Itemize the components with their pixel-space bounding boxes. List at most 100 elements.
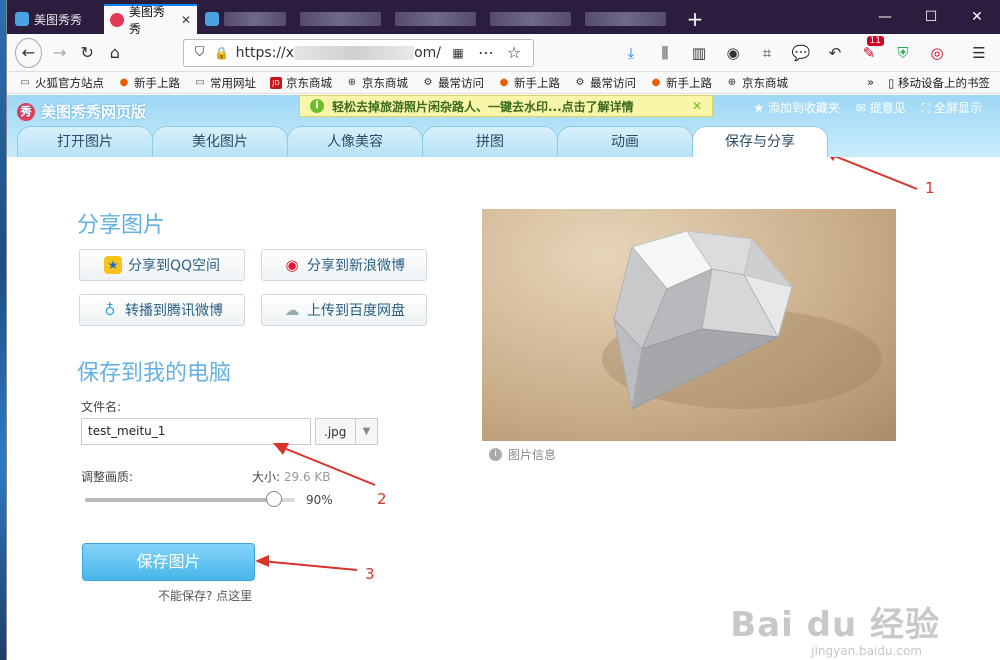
- bookmark-item[interactable]: ● 新手上路: [498, 75, 560, 91]
- close-window-button[interactable]: ✕: [954, 9, 1000, 25]
- weibo-icon: ◉: [285, 256, 299, 274]
- extension-badge-icon[interactable]: ✎ 11: [856, 35, 884, 62]
- browser-tab[interactable]: [579, 4, 672, 34]
- bookmark-item[interactable]: ● 新手上路: [650, 75, 712, 91]
- globe-icon: ⊕: [727, 76, 737, 88]
- bookmark-item[interactable]: ● 新手上路: [118, 75, 180, 91]
- forward-button[interactable]: →: [50, 43, 70, 62]
- download-icon[interactable]: ⤓: [618, 44, 644, 62]
- chevron-down-icon[interactable]: ▼: [355, 419, 377, 444]
- browser-tab[interactable]: [484, 4, 577, 34]
- chat-icon[interactable]: 💬: [788, 44, 814, 62]
- filename-label: 文件名:: [81, 400, 122, 414]
- tab-open-image[interactable]: 打开图片: [17, 126, 153, 157]
- image-info-link[interactable]: i 图片信息: [489, 446, 556, 463]
- add-favorite-link[interactable]: ★ 添加到收藏夹: [753, 99, 840, 116]
- browser-window: 美图秀秀 美图秀秀 ✕ + — ☐ ✕ ← → ↻ ⌂ ⛉ 🔒 https://…: [6, 0, 1000, 660]
- favicon-icon: [205, 12, 219, 26]
- minimize-button[interactable]: —: [862, 9, 908, 25]
- quality-slider-handle[interactable]: [266, 491, 282, 507]
- browser-tab-active[interactable]: 美图秀秀 ✕: [104, 4, 197, 36]
- close-notice-icon[interactable]: ✕: [692, 99, 702, 113]
- share-weibo-button[interactable]: ◉ 分享到新浪微博: [261, 249, 427, 281]
- brand-name: 美图秀秀网页版: [41, 103, 147, 121]
- bookmarks-overflow-button[interactable]: »: [867, 75, 874, 91]
- mobile-bookmarks-label: 移动设备上的书签: [898, 75, 990, 90]
- tab-animation[interactable]: 动画: [557, 126, 693, 157]
- fullscreen-link[interactable]: ⛶ 全屏显示: [922, 99, 982, 116]
- url-bar[interactable]: ⛉ 🔒 https://x om/ ▦ ⋯ ☆: [182, 38, 534, 67]
- bookmark-item[interactable]: ⊕ 京东商城: [346, 75, 408, 91]
- image-info-label: 图片信息: [508, 448, 557, 462]
- shield-icon[interactable]: ⛉: [192, 45, 208, 60]
- mobile-bookmarks[interactable]: ▯ 移动设备上的书签: [888, 75, 990, 91]
- share-tencent-button[interactable]: ♁ 转播到腾讯微博: [79, 294, 245, 326]
- blurred-tab-title: [490, 12, 571, 26]
- quality-percent: 90%: [306, 493, 333, 507]
- tab-title: 美图秀秀: [34, 12, 83, 27]
- screenshot-icon[interactable]: ⌗: [754, 44, 780, 62]
- browser-tab[interactable]: 美图秀秀: [9, 4, 102, 34]
- extension-value: .jpg: [324, 424, 347, 439]
- more-actions-icon[interactable]: ⋯: [475, 43, 497, 62]
- quality-slider[interactable]: [85, 491, 295, 507]
- cloud-icon: ☁: [284, 301, 300, 319]
- qr-code-icon[interactable]: ▦: [447, 46, 469, 60]
- extension-select[interactable]: .jpg ▼: [315, 418, 378, 445]
- bookmark-item[interactable]: ⚙ 最常访问: [574, 75, 636, 91]
- upload-baidu-button[interactable]: ☁ 上传到百度网盘: [261, 294, 427, 326]
- share-qzone-button[interactable]: ★ 分享到QQ空间: [79, 249, 245, 281]
- bookmark-star-icon[interactable]: ☆: [503, 43, 525, 62]
- arrow-3-head: [255, 555, 269, 567]
- reload-button[interactable]: ↻: [77, 43, 97, 62]
- browser-tab[interactable]: [389, 4, 482, 34]
- bookmark-item[interactable]: ▭ 常用网址: [194, 75, 256, 91]
- bookmark-label: 常用网址: [210, 75, 256, 90]
- library-icon[interactable]: ⫼: [652, 44, 678, 62]
- opera-icon[interactable]: ◎: [924, 44, 950, 62]
- annotation-1: 1: [925, 179, 935, 197]
- bookmarks-right: » ▯ 移动设备上的书签: [867, 75, 990, 91]
- undo-icon[interactable]: ↶: [822, 44, 848, 62]
- maximize-button[interactable]: ☐: [908, 9, 954, 25]
- meitu-header: 秀 美图秀秀网页版 i 轻松去掉旅游照片闲杂路人、一键去水印...点击了解详情 …: [7, 95, 1000, 157]
- filename-input[interactable]: test_meitu_1: [81, 418, 311, 445]
- arrow-1-head: [829, 157, 836, 161]
- browser-tab[interactable]: [199, 4, 292, 34]
- account-icon[interactable]: ◉: [720, 44, 746, 62]
- notice-text[interactable]: 轻松去掉旅游照片闲杂路人、一键去水印...点击了解详情: [332, 98, 634, 115]
- baidu-watermark: Bai du 经验: [730, 605, 940, 645]
- tab-beautify[interactable]: 美化图片: [152, 126, 288, 157]
- bookmark-label: 京东商城: [286, 75, 332, 90]
- tencent-weibo-icon: ♁: [104, 301, 116, 319]
- url-suffix: om/: [414, 44, 441, 61]
- bookmark-item[interactable]: JD 京东商城: [270, 75, 332, 91]
- promo-notice[interactable]: i 轻松去掉旅游照片闲杂路人、一键去水印...点击了解详情 ✕: [299, 95, 713, 117]
- browser-tab[interactable]: [294, 4, 387, 34]
- security-shield-icon[interactable]: ⛨: [890, 44, 916, 62]
- size-value: 29.6 KB: [283, 470, 331, 484]
- url-text[interactable]: https://x om/: [236, 45, 441, 61]
- bookmark-item[interactable]: ⚙ 最常访问: [422, 75, 484, 91]
- share-qzone-label: 分享到QQ空间: [127, 258, 221, 274]
- bookmark-item[interactable]: ▭ 火狐官方站点: [19, 75, 104, 91]
- menu-icon[interactable]: ☰: [966, 44, 992, 62]
- home-button[interactable]: ⌂: [105, 43, 125, 62]
- tab-collage[interactable]: 拼图: [422, 126, 558, 157]
- feedback-label: 提意见: [869, 101, 906, 115]
- meitu-favicon-icon: [110, 13, 124, 27]
- url-redaction: [294, 45, 415, 60]
- lock-warning-icon[interactable]: 🔒: [214, 46, 230, 60]
- tab-portrait[interactable]: 人像美容: [287, 126, 423, 157]
- sidebar-icon[interactable]: ▥: [686, 44, 712, 62]
- brand[interactable]: 秀 美图秀秀网页版: [17, 101, 146, 122]
- feedback-link[interactable]: ✉ 提意见: [856, 99, 906, 116]
- tab-save-share[interactable]: 保存与分享: [692, 126, 828, 157]
- close-tab-icon[interactable]: ✕: [181, 13, 191, 27]
- back-button[interactable]: ←: [15, 37, 42, 68]
- save-image-button[interactable]: 保存图片: [82, 543, 255, 581]
- new-tab-button[interactable]: +: [680, 4, 710, 34]
- window-controls: — ☐ ✕: [862, 0, 1000, 34]
- cant-save-link[interactable]: 不能保存? 点这里: [158, 587, 252, 604]
- bookmark-item[interactable]: ⊕ 京东商城: [726, 75, 788, 91]
